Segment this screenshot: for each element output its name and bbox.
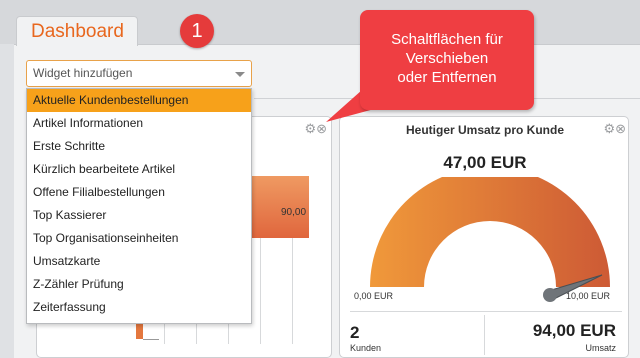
step-badge: 1 <box>180 14 214 48</box>
dropdown-option[interactable]: Top Kassierer <box>27 204 251 227</box>
customer-count: 2 <box>350 323 360 342</box>
revenue-per-customer-widget: Heutiger Umsatz pro Kunde ⚙⊗ 47,00 EUR 0… <box>339 116 629 358</box>
gauge-arc <box>370 177 610 287</box>
gauge-min-label: 0,00 EUR <box>354 291 394 301</box>
annotation-callout: Schaltflächen für Verschieben oder Entfe… <box>360 10 534 110</box>
dropdown-option[interactable]: Erste Schritte <box>27 135 251 158</box>
dropdown-option[interactable]: Artikel Informationen <box>27 112 251 135</box>
widget-add-placeholder: Widget hinzufügen <box>33 66 133 80</box>
dropdown-option[interactable]: Z-Zähler Prüfung <box>27 273 251 296</box>
dropdown-option[interactable]: Zeiterfassung <box>27 296 251 319</box>
gauge-pivot <box>543 288 557 302</box>
bar-value-label: 90,00 <box>281 207 307 218</box>
dropdown-option[interactable]: Umsatzkarte <box>27 250 251 273</box>
revenue-total-label: Umsatz <box>585 343 616 353</box>
callout-line: Verschieben <box>405 50 489 67</box>
tab-dashboard[interactable]: Dashboard <box>16 16 138 46</box>
customer-count-label: Kunden <box>350 343 382 353</box>
dropdown-option[interactable]: Aktuelle Kundenbestellungen <box>27 89 251 112</box>
dropdown-option[interactable]: Kürzlich bearbeitete Artikel <box>27 158 251 181</box>
dropdown-option[interactable]: Top Organisationseinheiten <box>27 227 251 250</box>
widget-controls-icon[interactable]: ⚙⊗ <box>603 121 626 137</box>
widget-add-select[interactable]: Widget hinzufügen <box>26 60 252 87</box>
gauge-max-label: 10,00 EUR <box>566 291 611 301</box>
callout-line: Schaltflächen für <box>391 31 503 48</box>
revenue-amount: 47,00 EUR <box>443 153 527 172</box>
widget-title: Heutiger Umsatz pro Kunde <box>405 123 564 137</box>
chart-bar-small <box>136 323 143 339</box>
axis-tick <box>143 339 159 340</box>
divider <box>350 311 622 312</box>
callout-line: oder Entfernen <box>397 69 497 86</box>
revenue-total: 94,00 EUR <box>532 321 616 340</box>
divider <box>484 315 485 355</box>
widget-dropdown-list: Aktuelle Kundenbestellungen Artikel Info… <box>26 88 252 324</box>
chevron-down-icon[interactable] <box>235 72 245 77</box>
dropdown-option[interactable]: Offene Filialbestellungen <box>27 181 251 204</box>
